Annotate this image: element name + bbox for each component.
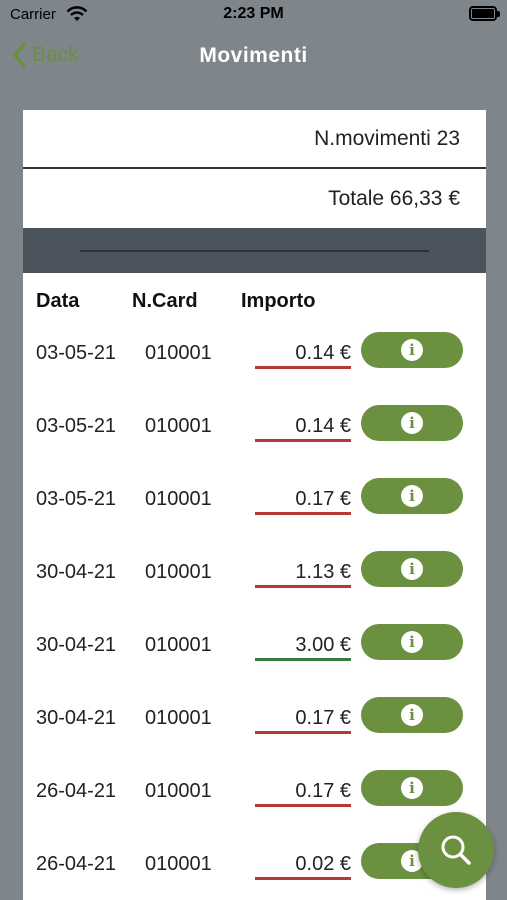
status-bar: Carrier 2:23 PM [0, 0, 507, 30]
clock: 2:23 PM [223, 5, 284, 22]
movements-count: N.movimenti 23 [23, 110, 486, 169]
row-card: 010001 [145, 561, 212, 583]
row-amount: 1.13 € [255, 556, 351, 588]
filter-band [23, 228, 486, 273]
row-amount: 0.17 € [255, 775, 351, 807]
row-card: 010001 [145, 853, 212, 875]
table-header: Data N.Card Importo [23, 273, 486, 330]
table-row: 30-04-21 010001 3.00 € i [23, 622, 486, 695]
row-date: 30-04-21 [36, 561, 117, 583]
row-amount: 0.14 € [255, 410, 351, 442]
row-date: 03-05-21 [36, 488, 117, 510]
info-button[interactable]: i [361, 332, 463, 368]
header-date: Data [36, 290, 80, 312]
info-button[interactable]: i [361, 551, 463, 587]
info-icon: i [401, 631, 423, 653]
row-date: 30-04-21 [36, 634, 117, 656]
movements-card: N.movimenti 23 Totale 66,33 € Data N.Car… [23, 110, 486, 900]
row-card: 010001 [145, 780, 212, 802]
info-icon: i [401, 777, 423, 799]
search-button[interactable] [418, 812, 494, 888]
movements-list: 03-05-21 010001 0.14 € i 03-05-21 010001… [23, 330, 486, 900]
info-button[interactable]: i [361, 770, 463, 806]
info-icon: i [401, 412, 423, 434]
table-row: 03-05-21 010001 0.17 € i [23, 476, 486, 549]
info-button[interactable]: i [361, 405, 463, 441]
search-icon [441, 835, 471, 865]
navigation-bar: Back Movimenti [0, 30, 507, 86]
row-amount: 3.00 € [255, 629, 351, 661]
table-row: 03-05-21 010001 0.14 € i [23, 403, 486, 476]
row-card: 010001 [145, 634, 212, 656]
info-button[interactable]: i [361, 624, 463, 660]
info-icon: i [401, 558, 423, 580]
table-row: 30-04-21 010001 1.13 € i [23, 549, 486, 622]
row-date: 26-04-21 [36, 853, 117, 875]
info-icon: i [401, 704, 423, 726]
info-icon: i [401, 339, 423, 361]
row-amount: 0.17 € [255, 483, 351, 515]
row-date: 26-04-21 [36, 780, 117, 802]
movements-total: Totale 66,33 € [328, 186, 460, 210]
row-card: 010001 [145, 415, 212, 437]
divider [80, 250, 429, 252]
info-button[interactable]: i [361, 478, 463, 514]
row-date: 30-04-21 [36, 707, 117, 729]
row-date: 03-05-21 [36, 415, 117, 437]
info-icon: i [401, 485, 423, 507]
page-title: Movimenti [199, 44, 308, 67]
row-amount: 0.02 € [255, 848, 351, 880]
info-button[interactable]: i [361, 697, 463, 733]
row-date: 03-05-21 [36, 342, 117, 364]
table-row: 30-04-21 010001 0.17 € i [23, 695, 486, 768]
row-amount: 0.17 € [255, 702, 351, 734]
row-card: 010001 [145, 342, 212, 364]
header-card: N.Card [132, 290, 198, 312]
row-card: 010001 [145, 707, 212, 729]
table-row: 26-04-21 010001 0.17 € i [23, 768, 486, 841]
table-row: 03-05-21 010001 0.14 € i [23, 330, 486, 403]
table-row: 26-04-21 010001 0.02 € i [23, 841, 486, 900]
header-amount: Importo [241, 290, 316, 312]
row-amount: 0.14 € [255, 337, 351, 369]
battery-icon [469, 6, 500, 21]
row-card: 010001 [145, 488, 212, 510]
